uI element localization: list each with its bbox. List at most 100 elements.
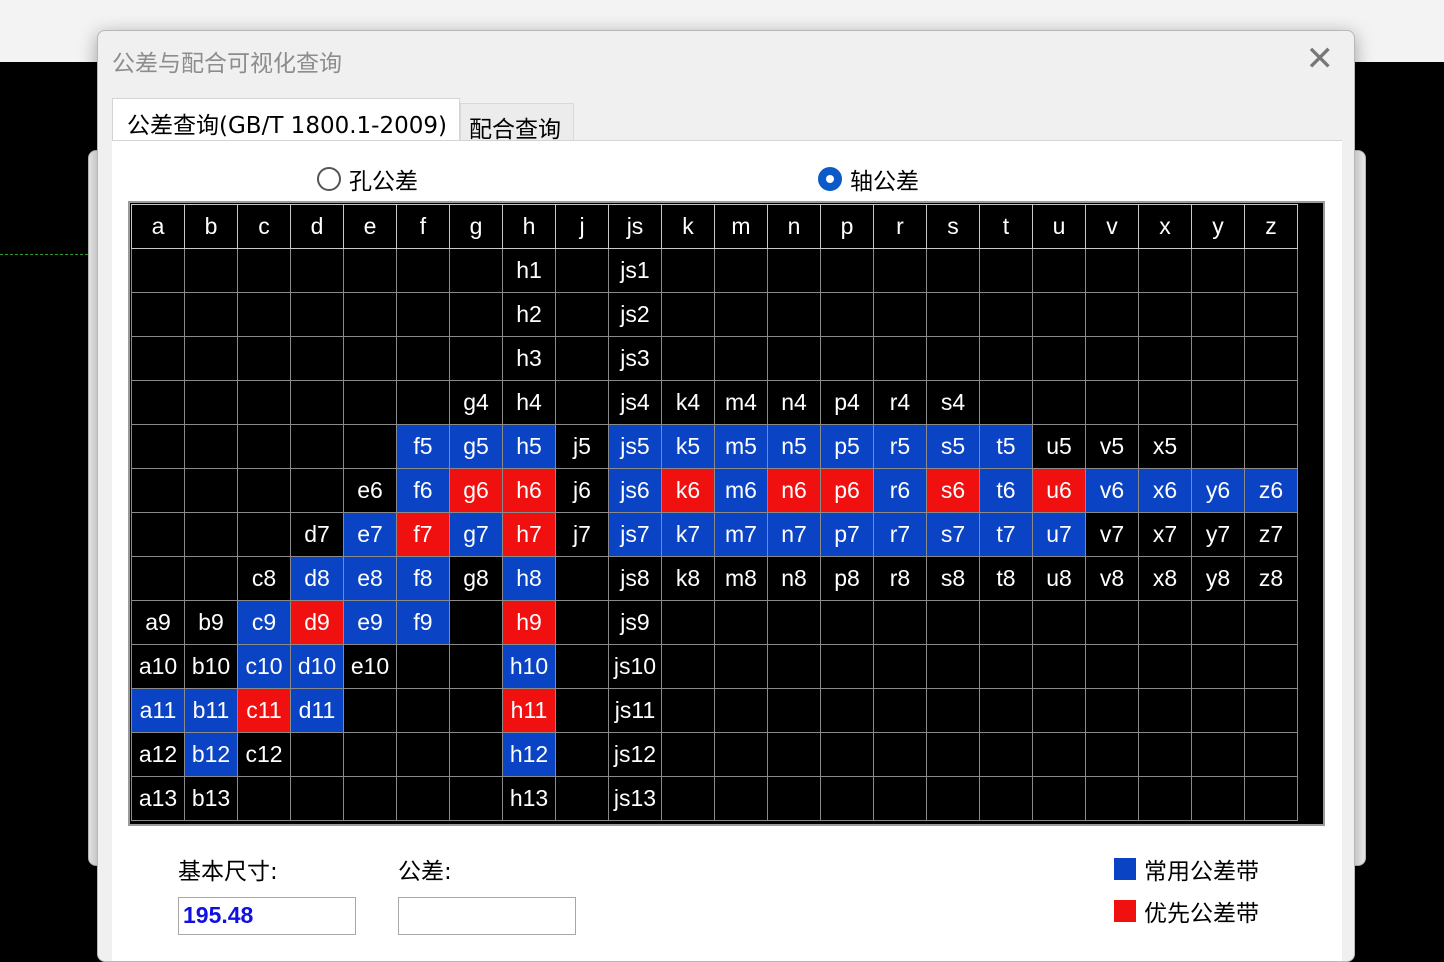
tolerance-zone-h13[interactable]: h13 <box>502 776 556 821</box>
tolerance-zone-e7[interactable]: e7 <box>343 512 397 557</box>
tolerance-zone-n4[interactable]: n4 <box>767 380 821 425</box>
tolerance-zone-b10[interactable]: b10 <box>184 644 238 689</box>
tolerance-zone-t8[interactable]: t8 <box>979 556 1033 601</box>
tolerance-zone-p4[interactable]: p4 <box>820 380 874 425</box>
tolerance-zone-u8[interactable]: u8 <box>1032 556 1086 601</box>
tolerance-zone-t7[interactable]: t7 <box>979 512 1033 557</box>
tolerance-zone-e6[interactable]: e6 <box>343 468 397 513</box>
tolerance-zone-h8[interactable]: h8 <box>502 556 556 601</box>
tolerance-zone-b11[interactable]: b11 <box>184 688 238 733</box>
tolerance-zone-js2[interactable]: js2 <box>608 292 662 337</box>
tolerance-zone-x6[interactable]: x6 <box>1138 468 1192 513</box>
tolerance-zone-js12[interactable]: js12 <box>608 732 662 777</box>
tolerance-zone-v7[interactable]: v7 <box>1085 512 1139 557</box>
tolerance-zone-e10[interactable]: e10 <box>343 644 397 689</box>
tolerance-zone-f5[interactable]: f5 <box>396 424 450 469</box>
tolerance-zone-c9[interactable]: c9 <box>237 600 291 645</box>
tolerance-zone-r4[interactable]: r4 <box>873 380 927 425</box>
tolerance-zone-h2[interactable]: h2 <box>502 292 556 337</box>
tolerance-zone-h5[interactable]: h5 <box>502 424 556 469</box>
tolerance-zone-s6[interactable]: s6 <box>926 468 980 513</box>
tolerance-zone-g8[interactable]: g8 <box>449 556 503 601</box>
tolerance-zone-a12[interactable]: a12 <box>131 732 185 777</box>
tolerance-zone-js5[interactable]: js5 <box>608 424 662 469</box>
tolerance-zone-d9[interactable]: d9 <box>290 600 344 645</box>
tolerance-zone-n7[interactable]: n7 <box>767 512 821 557</box>
tolerance-output[interactable] <box>398 897 576 935</box>
tolerance-zone-r6[interactable]: r6 <box>873 468 927 513</box>
tolerance-zone-p6[interactable]: p6 <box>820 468 874 513</box>
tolerance-zone-h3[interactable]: h3 <box>502 336 556 381</box>
tolerance-zone-e8[interactable]: e8 <box>343 556 397 601</box>
tolerance-zone-js9[interactable]: js9 <box>608 600 662 645</box>
tolerance-zone-u5[interactable]: u5 <box>1032 424 1086 469</box>
tolerance-zone-f8[interactable]: f8 <box>396 556 450 601</box>
tolerance-zone-h10[interactable]: h10 <box>502 644 556 689</box>
tolerance-zone-js13[interactable]: js13 <box>608 776 662 821</box>
tolerance-zone-x7[interactable]: x7 <box>1138 512 1192 557</box>
tolerance-zone-a10[interactable]: a10 <box>131 644 185 689</box>
tolerance-zone-d11[interactable]: d11 <box>290 688 344 733</box>
tolerance-zone-js8[interactable]: js8 <box>608 556 662 601</box>
tolerance-zone-js4[interactable]: js4 <box>608 380 662 425</box>
tolerance-zone-k4[interactable]: k4 <box>661 380 715 425</box>
tolerance-zone-b9[interactable]: b9 <box>184 600 238 645</box>
tolerance-zone-m6[interactable]: m6 <box>714 468 768 513</box>
tolerance-zone-g5[interactable]: g5 <box>449 424 503 469</box>
tolerance-zone-m4[interactable]: m4 <box>714 380 768 425</box>
tolerance-zone-s8[interactable]: s8 <box>926 556 980 601</box>
tolerance-zone-c11[interactable]: c11 <box>237 688 291 733</box>
tolerance-zone-v5[interactable]: v5 <box>1085 424 1139 469</box>
tolerance-zone-j6[interactable]: j6 <box>555 468 609 513</box>
tolerance-zone-s5[interactable]: s5 <box>926 424 980 469</box>
tolerance-zone-h6[interactable]: h6 <box>502 468 556 513</box>
tolerance-zone-k5[interactable]: k5 <box>661 424 715 469</box>
tolerance-zone-m8[interactable]: m8 <box>714 556 768 601</box>
tolerance-zone-f7[interactable]: f7 <box>396 512 450 557</box>
tolerance-zone-h11[interactable]: h11 <box>502 688 556 733</box>
tab-fit-query[interactable]: 配合查询 <box>460 103 574 143</box>
tolerance-zone-js7[interactable]: js7 <box>608 512 662 557</box>
tolerance-zone-g7[interactable]: g7 <box>449 512 503 557</box>
tolerance-zone-b12[interactable]: b12 <box>184 732 238 777</box>
tolerance-zone-n5[interactable]: n5 <box>767 424 821 469</box>
tab-tolerance-query[interactable]: 公差查询(GB/T 1800.1-2009) <box>112 98 460 140</box>
tolerance-zone-p5[interactable]: p5 <box>820 424 874 469</box>
tolerance-zone-b13[interactable]: b13 <box>184 776 238 821</box>
radio-shaft-tolerance[interactable]: 轴公差 <box>818 162 919 196</box>
tolerance-zone-g6[interactable]: g6 <box>449 468 503 513</box>
tolerance-zone-y7[interactable]: y7 <box>1191 512 1245 557</box>
tolerance-zone-x8[interactable]: x8 <box>1138 556 1192 601</box>
tolerance-zone-t5[interactable]: t5 <box>979 424 1033 469</box>
tolerance-zone-js6[interactable]: js6 <box>608 468 662 513</box>
tolerance-zone-js1[interactable]: js1 <box>608 248 662 293</box>
tolerance-zone-m5[interactable]: m5 <box>714 424 768 469</box>
tolerance-zone-z6[interactable]: z6 <box>1244 468 1298 513</box>
tolerance-zone-h12[interactable]: h12 <box>502 732 556 777</box>
tolerance-zone-e9[interactable]: e9 <box>343 600 397 645</box>
tolerance-zone-r5[interactable]: r5 <box>873 424 927 469</box>
tolerance-zone-c10[interactable]: c10 <box>237 644 291 689</box>
tolerance-zone-a9[interactable]: a9 <box>131 600 185 645</box>
tolerance-zone-js3[interactable]: js3 <box>608 336 662 381</box>
tolerance-zone-g4[interactable]: g4 <box>449 380 503 425</box>
tolerance-zone-c8[interactable]: c8 <box>237 556 291 601</box>
tolerance-zone-v8[interactable]: v8 <box>1085 556 1139 601</box>
tolerance-zone-d7[interactable]: d7 <box>290 512 344 557</box>
tolerance-zone-y6[interactable]: y6 <box>1191 468 1245 513</box>
tolerance-zone-u7[interactable]: u7 <box>1032 512 1086 557</box>
tolerance-zone-s4[interactable]: s4 <box>926 380 980 425</box>
tolerance-zone-k8[interactable]: k8 <box>661 556 715 601</box>
tolerance-zone-z7[interactable]: z7 <box>1244 512 1298 557</box>
tolerance-zone-p7[interactable]: p7 <box>820 512 874 557</box>
tolerance-zone-f9[interactable]: f9 <box>396 600 450 645</box>
close-icon[interactable]: ✕ <box>1306 39 1335 79</box>
tolerance-zone-h1[interactable]: h1 <box>502 248 556 293</box>
tolerance-zone-h4[interactable]: h4 <box>502 380 556 425</box>
tolerance-zone-p8[interactable]: p8 <box>820 556 874 601</box>
tolerance-zone-r7[interactable]: r7 <box>873 512 927 557</box>
tolerance-zone-t6[interactable]: t6 <box>979 468 1033 513</box>
tolerance-zone-s7[interactable]: s7 <box>926 512 980 557</box>
tolerance-zone-f6[interactable]: f6 <box>396 468 450 513</box>
basic-size-input[interactable]: 195.48 <box>178 897 356 935</box>
